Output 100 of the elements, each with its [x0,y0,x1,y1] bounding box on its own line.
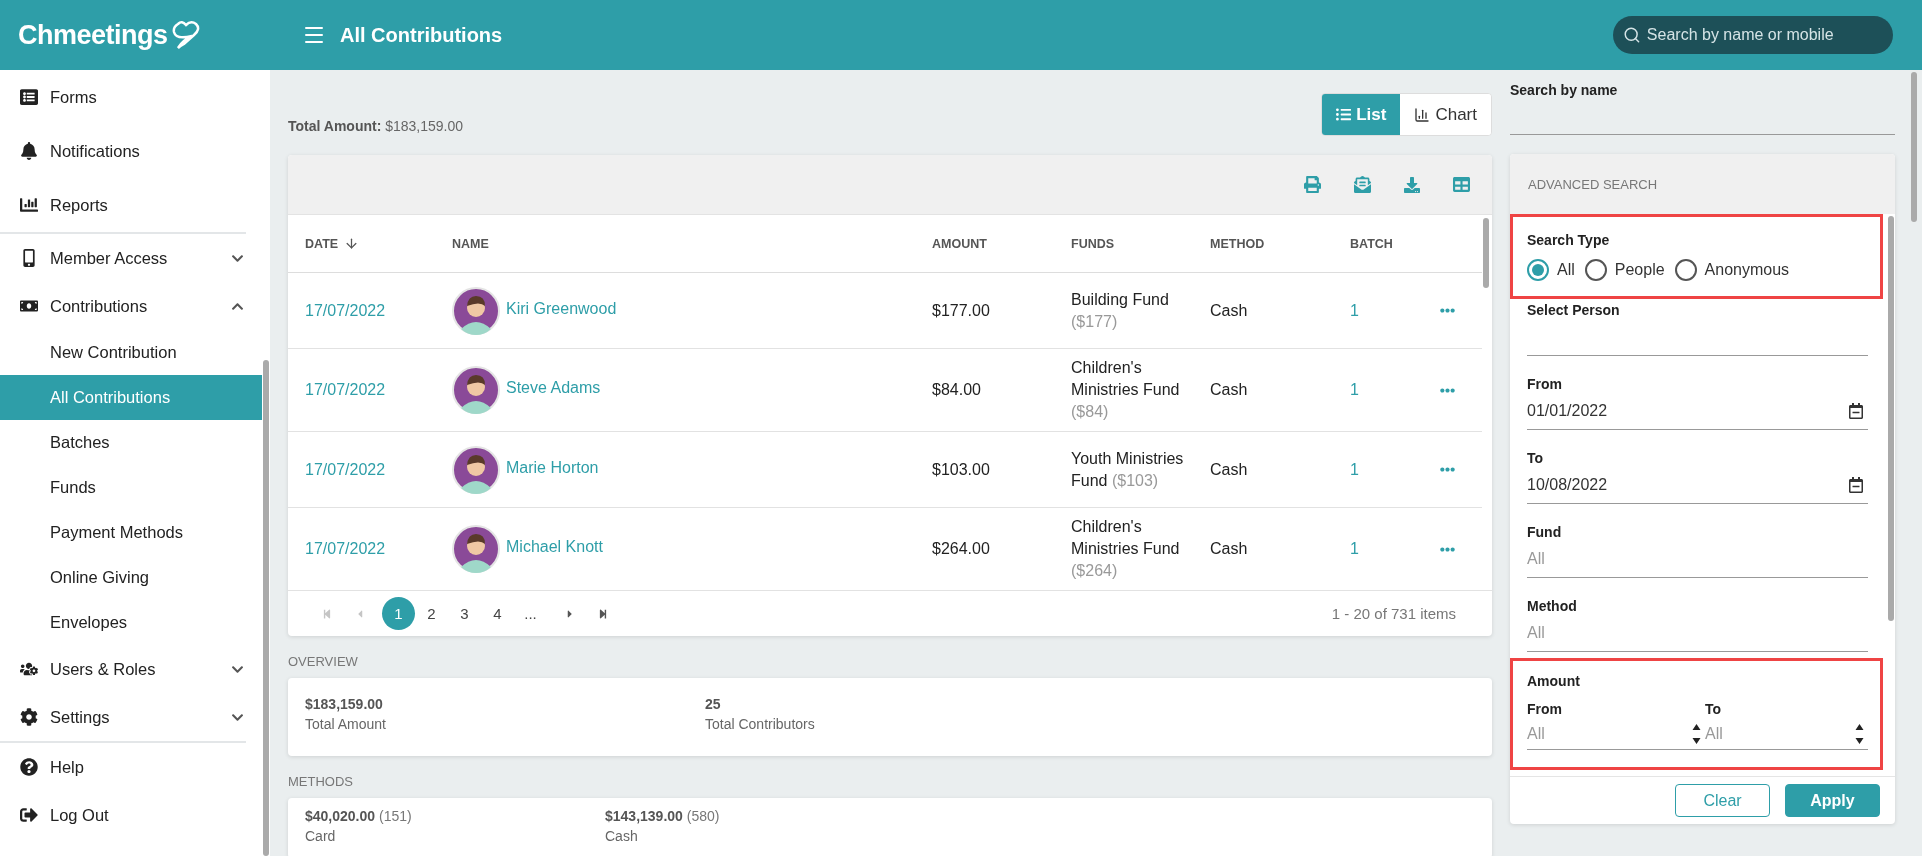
field-label: Method [1527,598,1578,615]
method-cell-text: Cash [1210,539,1249,559]
field-label: Amount [1527,673,1581,690]
column-header[interactable]: NAME [452,236,932,251]
amount-cell-text: $84.00 [932,380,982,400]
stat-label: Cash [605,828,639,844]
sidebar-item[interactable]: Online Giving [0,555,262,600]
calendar-icon[interactable] [1848,477,1864,493]
section-title: OVERVIEW [288,654,359,669]
select-field[interactable]: All [1527,550,1868,568]
sidebar-item[interactable]: Member Access [0,234,246,282]
avatar-icon [452,286,500,335]
sidebar-item[interactable]: Notifications [0,124,246,178]
pager-info: 1 - 20 of 731 items [1331,605,1456,622]
field-label: Search by name [1510,82,1619,98]
amount-cell-text: $177.00 [932,300,991,321]
page-button[interactable]: 3 [448,597,481,630]
sidebar-item[interactable]: Payment Methods [0,510,262,555]
panel-title: ADVANCED SEARCH [1528,176,1658,192]
search-input[interactable]: Search by name or mobile [1644,25,1883,45]
method-cell-text: Cash [1210,459,1249,480]
logo-text: Chmeetings [18,19,168,51]
date-field[interactable]: 10/08/2022 [1527,476,1848,494]
sidebar-item[interactable]: Reports [0,178,246,232]
search-field[interactable]: Search by name or mobile [1613,16,1893,54]
stat-value: $40,020.00 (151) [305,808,413,824]
select-field[interactable]: All [1527,624,1868,642]
help-icon [19,758,38,776]
radio-circle[interactable] [1674,259,1697,281]
envelope-icon[interactable] [1354,176,1371,193]
radio-option[interactable]: All [1527,259,1575,281]
page-button[interactable]: 2 [415,597,448,630]
stat-value: 25 [705,696,722,712]
page-button[interactable]: 4 [481,597,514,630]
column-header[interactable]: BATCH [1350,236,1440,251]
sidebar-item[interactable]: Batches [0,420,262,465]
bar-chart-icon [19,196,38,214]
radio-circle[interactable] [1527,259,1549,281]
fund-cell-text: Children's Ministries Fund ($264) [1071,517,1181,581]
stepper-icon[interactable] [1692,722,1701,745]
list-icon [19,88,38,106]
radio-option[interactable]: Anonymous [1674,259,1790,281]
section-title: METHODS [288,774,354,789]
bar-chart-icon [1414,106,1431,123]
stat-value: $183,159.00 [305,696,384,712]
fund-cell-text: Youth Ministries Fund ($103) [1071,448,1185,491]
stat-label: Total Contributors [705,716,816,732]
search-icon [1623,26,1641,44]
sidebar-item[interactable]: Log Out [0,791,246,839]
avatar-icon [452,366,500,414]
stat-label: Card [305,828,337,844]
column-header[interactable]: DATE [305,236,452,251]
column-header[interactable]: FUNDS [1071,236,1210,251]
sidebar-item[interactable]: Envelopes [0,600,262,645]
sidebar-item[interactable]: Funds [0,465,262,510]
field-label: From [1527,701,1563,718]
field-label: Search Type [1527,232,1611,249]
download-icon[interactable] [1404,176,1420,193]
number-field[interactable]: All [1527,724,1692,743]
avatar-icon [452,445,500,494]
column-header[interactable]: AMOUNT [932,236,1071,251]
stat-value: $143,139.00 (580) [605,808,721,824]
logout-icon [19,806,38,824]
field-label: Select Person [1527,302,1621,319]
page-button[interactable]: ... [514,597,547,630]
sidebar-item[interactable]: Contributions [0,282,246,330]
sidebar-item[interactable]: Users & Roles [0,645,246,693]
radio-option[interactable]: People [1584,259,1665,281]
number-field[interactable]: All [1705,724,1855,743]
total-amount: Total Amount: $183,159.00 [288,118,464,134]
radio-circle[interactable] [1584,259,1607,281]
stat-label: Total Amount [305,716,387,732]
print-icon[interactable] [1304,176,1321,193]
list-icon [1336,107,1352,122]
sidebar-item[interactable]: New Contribution [0,330,262,375]
sidebar-item[interactable]: Help [0,743,246,791]
fund-cell-text: Children's Ministries Fund ($84) [1071,358,1181,422]
method-cell-text: Cash [1210,300,1249,321]
amount-cell-text: $264.00 [932,539,991,559]
fund-cell-text: Building Fund ($177) [1071,289,1170,332]
method-cell-text: Cash [1210,380,1249,400]
field-label: To [1705,701,1723,718]
last-page-icon[interactable] [597,608,608,619]
field-label: Fund [1527,524,1563,541]
calendar-icon[interactable] [1848,403,1864,419]
table-icon[interactable] [1453,176,1470,193]
field-label: To [1527,450,1545,467]
amount-cell-text: $103.00 [932,459,991,480]
sidebar-item[interactable]: Settings [0,693,246,741]
users-gear-icon [19,660,38,678]
page-title: All Contributions [340,23,503,47]
first-page-icon[interactable] [321,608,332,619]
column-header[interactable]: METHOD [1210,236,1350,251]
stepper-icon[interactable] [1855,722,1864,745]
bell-icon [19,142,38,160]
field-label: From [1527,376,1563,393]
settings-icon [19,708,38,726]
sidebar-item[interactable]: Forms [0,70,246,124]
avatar-icon [452,525,500,573]
date-field[interactable]: 01/01/2022 [1527,402,1848,420]
